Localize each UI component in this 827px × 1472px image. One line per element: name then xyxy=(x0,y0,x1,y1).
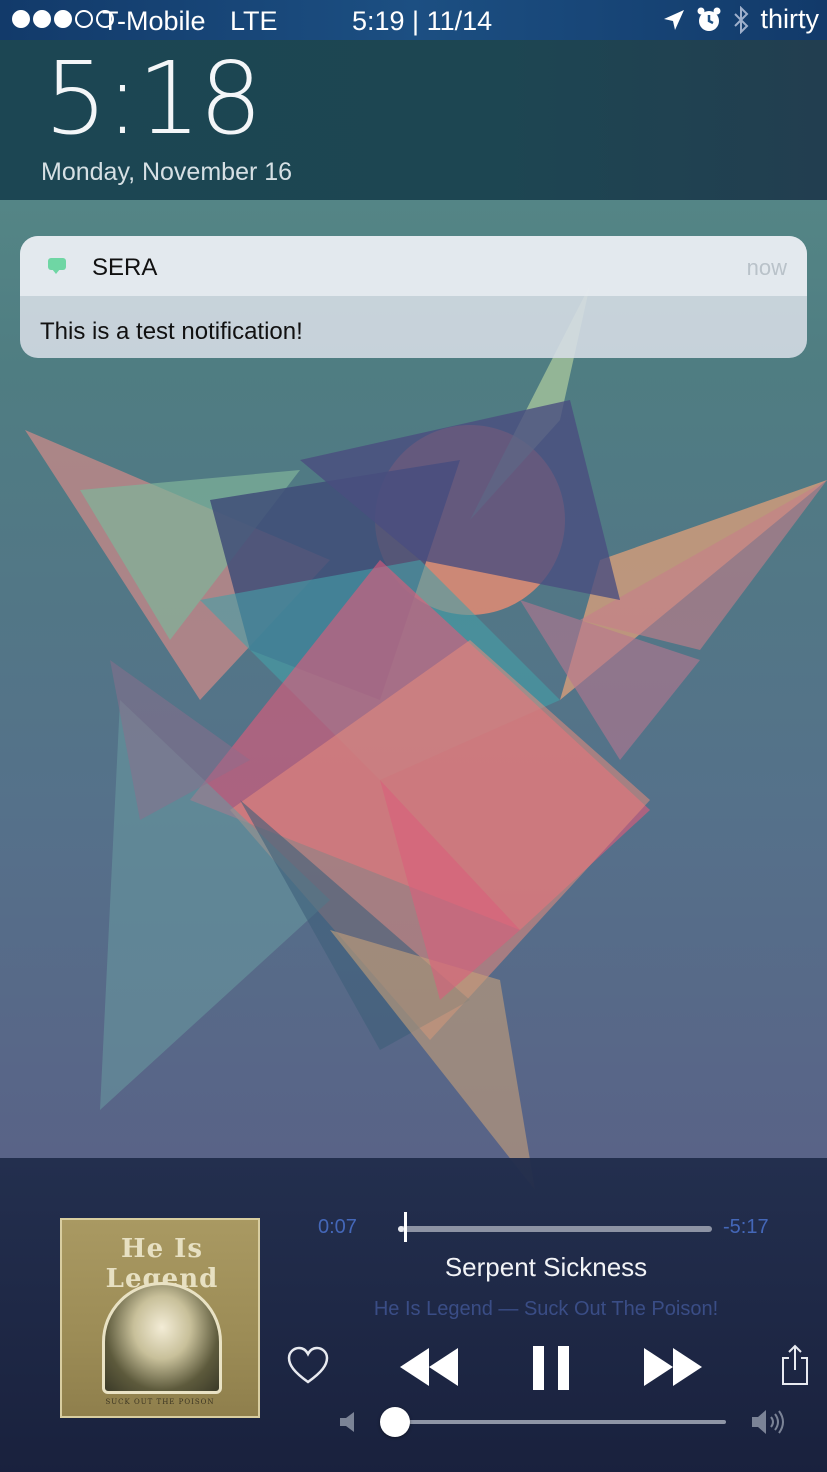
bluetooth-icon xyxy=(734,5,749,34)
carrier-name: T-Mobile xyxy=(102,6,206,36)
volume-slider[interactable] xyxy=(380,1407,726,1437)
album-caption: SUCK OUT THE POISON xyxy=(105,1398,215,1406)
elapsed-time: 0:07 xyxy=(318,1216,357,1238)
notification-banner[interactable]: SERA now This is a test notification! xyxy=(20,236,807,358)
lockscreen-date: Monday, November 16 xyxy=(41,158,293,186)
pause-icon[interactable] xyxy=(533,1346,569,1390)
progress-knob[interactable] xyxy=(404,1212,408,1242)
notification-app-name: SERA xyxy=(92,254,158,281)
remaining-time: -5:17 xyxy=(723,1216,769,1238)
lockscreen-time: 5:18 xyxy=(44,40,263,157)
volume-high-icon xyxy=(752,1410,784,1434)
alarm-icon xyxy=(697,7,721,31)
location-arrow-icon xyxy=(664,9,685,30)
status-time-date: 5:19 | 11/14 xyxy=(352,6,493,36)
volume-low-icon xyxy=(340,1412,354,1432)
share-icon[interactable] xyxy=(780,1344,810,1386)
network-type: LTE xyxy=(230,6,278,36)
volume-knob[interactable] xyxy=(380,1407,410,1437)
heart-icon[interactable] xyxy=(286,1346,330,1386)
album-artwork-image xyxy=(102,1282,222,1394)
status-bar: T-Mobile LTE 5:19 | 11/14 thirty xyxy=(0,0,827,40)
track-artist-album: He Is Legend — Suck Out The Poison! xyxy=(373,1298,719,1320)
album-art[interactable]: He Is Legend SUCK OUT THE POISON xyxy=(60,1218,260,1418)
notification-header: SERA now xyxy=(20,236,807,296)
track-title: Serpent Sickness xyxy=(444,1252,648,1282)
notification-message: This is a test notification! xyxy=(40,318,303,345)
music-player: He Is Legend SUCK OUT THE POISON 0:07 -5… xyxy=(0,1158,827,1472)
notification-time: now xyxy=(746,255,787,280)
album-band-logo: He Is Legend xyxy=(105,1234,219,1294)
signal-strength-icon xyxy=(12,10,114,28)
battery-text: thirty xyxy=(760,4,819,34)
fast-forward-icon[interactable] xyxy=(644,1348,702,1386)
progress-scrubber[interactable] xyxy=(398,1212,712,1242)
message-bubble-icon xyxy=(48,258,66,274)
rewind-icon[interactable] xyxy=(400,1348,458,1386)
